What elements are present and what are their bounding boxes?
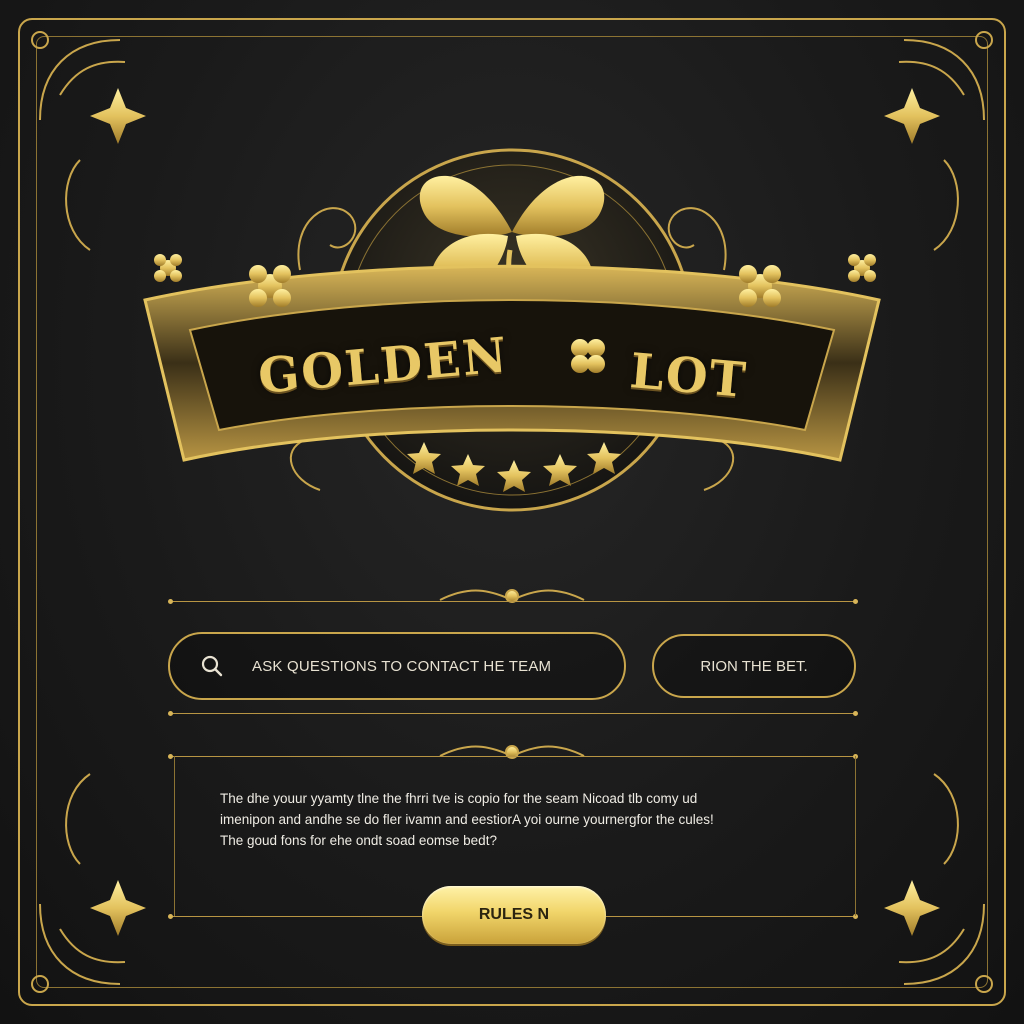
divider-top: [172, 601, 856, 602]
description-line: imenipon and andhe se do fler ivamn and …: [220, 812, 714, 827]
divider-dot: [168, 711, 173, 716]
divider-middle: [172, 713, 856, 714]
divider-dot: [168, 599, 173, 604]
corner-star-icon-bl: [90, 880, 146, 936]
corner-star-icon-tl: [90, 88, 146, 144]
rules-button[interactable]: RULES N: [422, 886, 606, 944]
brand-title-right: LOT: [627, 342, 750, 410]
corner-ornament-top-left: [31, 31, 126, 251]
divider-bottom-right: [606, 916, 856, 917]
description-text: The dhe youur yyamty tlne the fhrri tve …: [220, 788, 820, 851]
corner-star-icon-tr: [884, 88, 940, 144]
corner-ornament-bottom-left: [31, 773, 126, 993]
bet-button[interactable]: RION THE BET.: [652, 634, 856, 698]
flower-icon-far-left: [154, 254, 182, 282]
description-line: The goud fons for ehe ondt soad eomse be…: [220, 833, 497, 848]
divider-dot: [168, 914, 173, 919]
divider-dot: [853, 599, 858, 604]
search-placeholder: ASK QUESTIONS TO CONTACT HE TEAM: [252, 657, 552, 675]
flower-icon-far-right: [848, 254, 876, 282]
divider-dot: [168, 754, 173, 759]
divider-bottom-left: [172, 916, 422, 917]
divider-dot: [853, 711, 858, 716]
search-input[interactable]: ASK QUESTIONS TO CONTACT HE TEAM: [168, 632, 626, 700]
search-icon: [201, 655, 223, 677]
description-line: The dhe youur yyamty tlne the fhrri tve …: [220, 791, 698, 806]
corner-star-icon-br: [884, 880, 940, 936]
